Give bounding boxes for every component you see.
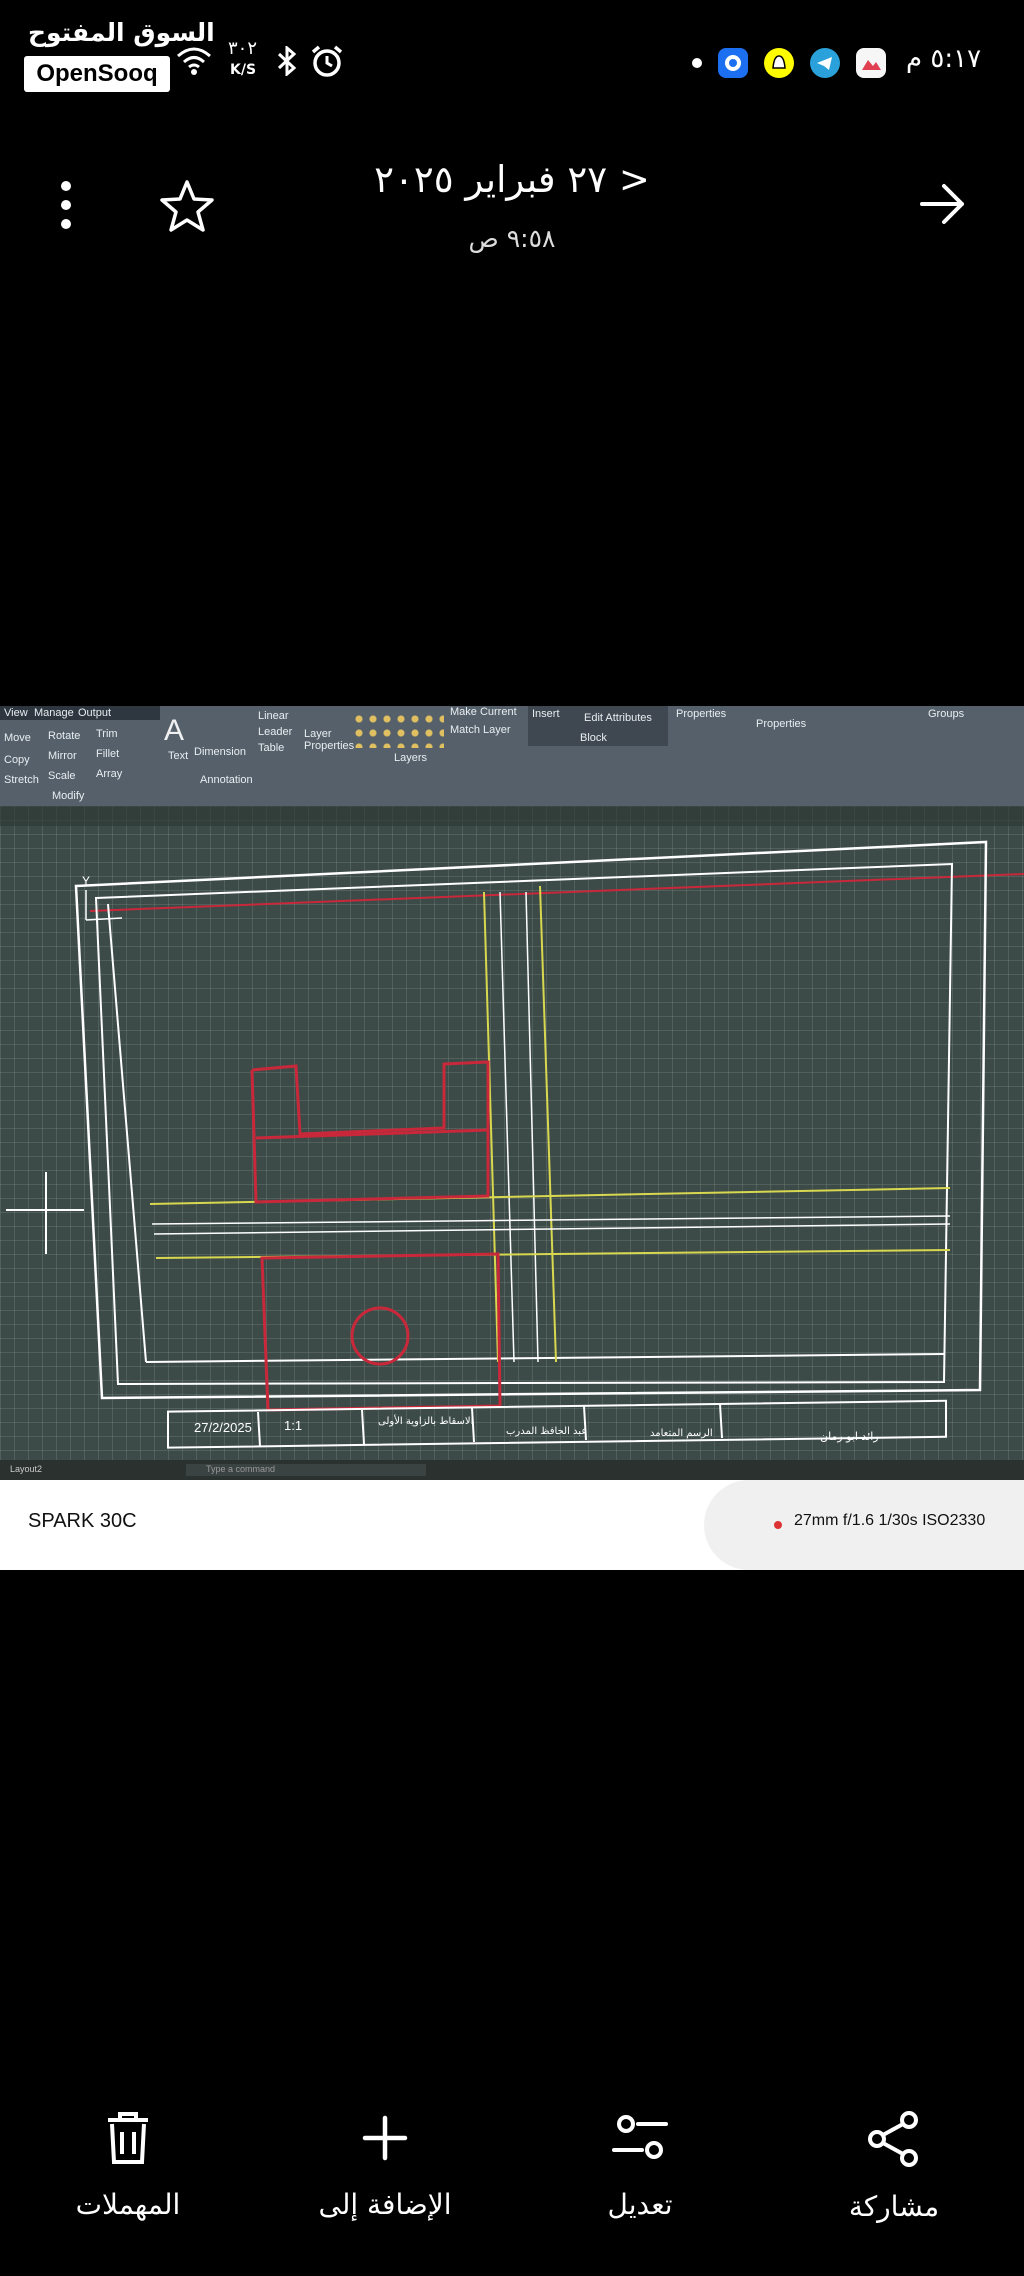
ribbon-stretch: Stretch (4, 774, 39, 786)
plus-icon (362, 2115, 408, 2161)
title-block-student: رائد ابو رمان (820, 1430, 879, 1443)
ribbon-groups: Groups (928, 708, 965, 720)
title-block-date: 27/2/2025 (194, 1420, 252, 1435)
ribbon-properties-group: Properties (756, 718, 807, 730)
photo-image[interactable]: View Manage Output Move Rotate Trim Copy… (0, 706, 1024, 1480)
ribbon-menu-view: View (4, 707, 28, 719)
signal-app-icon (718, 48, 748, 78)
add-to-button[interactable]: الإضافة إلى (285, 2110, 485, 2260)
snapchat-icon (764, 48, 794, 78)
network-speed: ٣٠٢ (228, 38, 258, 59)
ribbon-text: Text (168, 750, 189, 762)
ribbon-properties: Properties (676, 708, 727, 720)
title-block-drawing: الرسم المتعامد (650, 1428, 713, 1439)
ribbon-match-layer: Match Layer (450, 724, 511, 736)
alarm-icon (310, 44, 344, 82)
ribbon-move: Move (4, 732, 31, 744)
ribbon-layers-group: Layers (394, 752, 428, 764)
ribbon-rotate: Rotate (48, 730, 81, 742)
ribbon-annotation-group: Annotation (200, 774, 253, 786)
trash-label: المهملات (75, 2188, 181, 2221)
ribbon-copy: Copy (4, 754, 30, 766)
gallery-app-icon (856, 48, 886, 78)
edit-label: تعديل (607, 2188, 673, 2221)
watermark-logo: OpenSooq (24, 56, 170, 92)
record-dot-icon (774, 1521, 782, 1529)
trash-icon (108, 2112, 148, 2164)
ribbon-dimension: Dimension (194, 746, 246, 758)
status-bar: السوق المفتوح OpenSooq ٣٠٢ K/S ٥:١٧ م (0, 0, 1024, 130)
ribbon-table: Table (258, 742, 285, 754)
ribbon-leader: Leader (258, 726, 293, 738)
ucs-y-label: Y (82, 874, 91, 888)
bluetooth-icon (276, 44, 298, 80)
ribbon-layer-properties: Layer Properties (304, 728, 355, 752)
share-label: مشاركة (848, 2190, 940, 2223)
ribbon-trim: Trim (96, 728, 118, 740)
ribbon-scale: Scale (48, 770, 76, 782)
ribbon-block-group: Block (580, 732, 607, 744)
title-block-scale: 1:1 (284, 1418, 303, 1433)
wifi-icon (176, 46, 212, 80)
command-input: Type a command (206, 1464, 276, 1474)
camera-info-bar: SPARK 30C 27mm f/1.6 1/30s ISO2330 (0, 1480, 1024, 1570)
notification-dot-icon (692, 58, 702, 68)
cad-drawing-area[interactable]: Y 27/2/2025 1:1 الاسقاط بالزاوية الأولى … (0, 806, 1024, 1480)
telegram-icon (810, 48, 840, 78)
cad-ribbon: View Manage Output Move Rotate Trim Copy… (0, 706, 1024, 806)
adjust-icon (612, 2115, 668, 2159)
share-button[interactable]: مشاركة (794, 2110, 994, 2260)
ribbon-edit-attributes: Edit Attributes (584, 712, 652, 724)
camera-model: SPARK 30C (28, 1510, 137, 1532)
ribbon-modify-group: Modify (52, 790, 85, 802)
ribbon-menu-output: Output (78, 707, 112, 719)
title-block-view: الاسقاط بالزاوية الأولى (378, 1416, 474, 1427)
network-unit: K/S (230, 62, 257, 78)
share-icon (868, 2111, 918, 2167)
layout-tab: Layout2 (10, 1464, 43, 1474)
clock: ٥:١٧ م (906, 44, 982, 74)
ribbon-insert: Insert (532, 708, 560, 720)
add-to-label: الإضافة إلى (318, 2188, 452, 2221)
trash-button[interactable]: المهملات (28, 2110, 228, 2260)
ribbon-mirror: Mirror (48, 750, 77, 762)
ribbon-array: Array (96, 768, 123, 780)
forward-arrow-icon[interactable] (918, 180, 968, 232)
ribbon-fillet: Fillet (96, 748, 120, 760)
title-block-trainer: عبد الحافظ المدرب (506, 1426, 588, 1437)
photo-time: ٩:٥٨ ص (468, 224, 556, 253)
watermark-arabic: السوق المفتوح (28, 18, 215, 47)
ribbon-linear: Linear (258, 710, 289, 722)
ribbon-menu-manage: Manage (34, 707, 74, 719)
ribbon-make-current: Make Current (450, 706, 517, 718)
layer-tool-icons (352, 712, 444, 748)
edit-button[interactable]: تعديل (540, 2110, 740, 2260)
text-tool-icon: A (164, 714, 185, 747)
photo-date: ٢٧ فبراير ٢٠٢٥ > (374, 158, 650, 201)
camera-specs: 27mm f/1.6 1/30s ISO2330 (794, 1512, 986, 1529)
